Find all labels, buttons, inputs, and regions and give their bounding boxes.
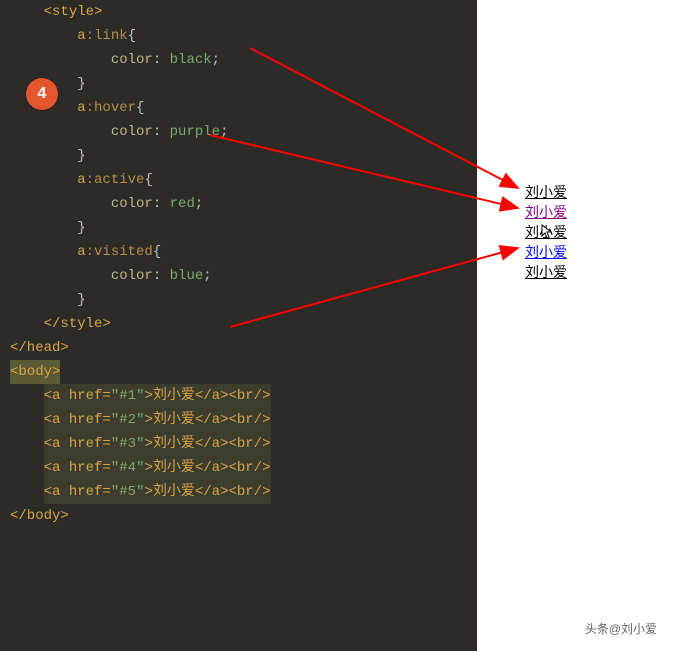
code-line: } — [0, 216, 477, 240]
cursor-icon — [541, 224, 553, 240]
preview-link[interactable]: 刘小爱 — [525, 182, 567, 202]
code-line: color: black; — [0, 48, 477, 72]
code-line: <a href="#3">刘小爱</a><br/> — [0, 432, 477, 456]
code-line: <a href="#4">刘小爱</a><br/> — [0, 456, 477, 480]
code-line: a:hover{ — [0, 96, 477, 120]
code-line: a:visited{ — [0, 240, 477, 264]
code-line: <style> — [0, 0, 477, 24]
code-line: <a href="#5">刘小爱</a><br/> — [0, 480, 477, 504]
watermark: 头条@刘小爱 — [585, 620, 657, 637]
code-line: color: purple; — [0, 120, 477, 144]
code-line: } — [0, 72, 477, 96]
code-line: </head> — [0, 336, 477, 360]
code-line: color: red; — [0, 192, 477, 216]
preview-link[interactable]: 刘小爱 — [525, 242, 567, 262]
code-line: </body> — [0, 504, 477, 528]
code-line: <a href="#1">刘小爱</a><br/> — [0, 384, 477, 408]
step-badge: 4 — [26, 78, 58, 110]
preview-link[interactable]: 刘小爱 — [525, 262, 567, 282]
code-line: <a href="#2">刘小爱</a><br/> — [0, 408, 477, 432]
code-line: a:link{ — [0, 24, 477, 48]
code-line: } — [0, 288, 477, 312]
code-line: <body> — [0, 360, 477, 384]
code-line: </style> — [0, 312, 477, 336]
code-editor: 4 <style> a:link{ color: black; } a:hove… — [0, 0, 477, 651]
preview-link[interactable]: 刘小爱 — [525, 202, 567, 222]
code-line: } — [0, 144, 477, 168]
code-line: color: blue; — [0, 264, 477, 288]
code-line: a:active{ — [0, 168, 477, 192]
browser-preview: 刘小爱 刘小爱 刘小爱 刘小爱 刘小爱 — [477, 0, 675, 651]
